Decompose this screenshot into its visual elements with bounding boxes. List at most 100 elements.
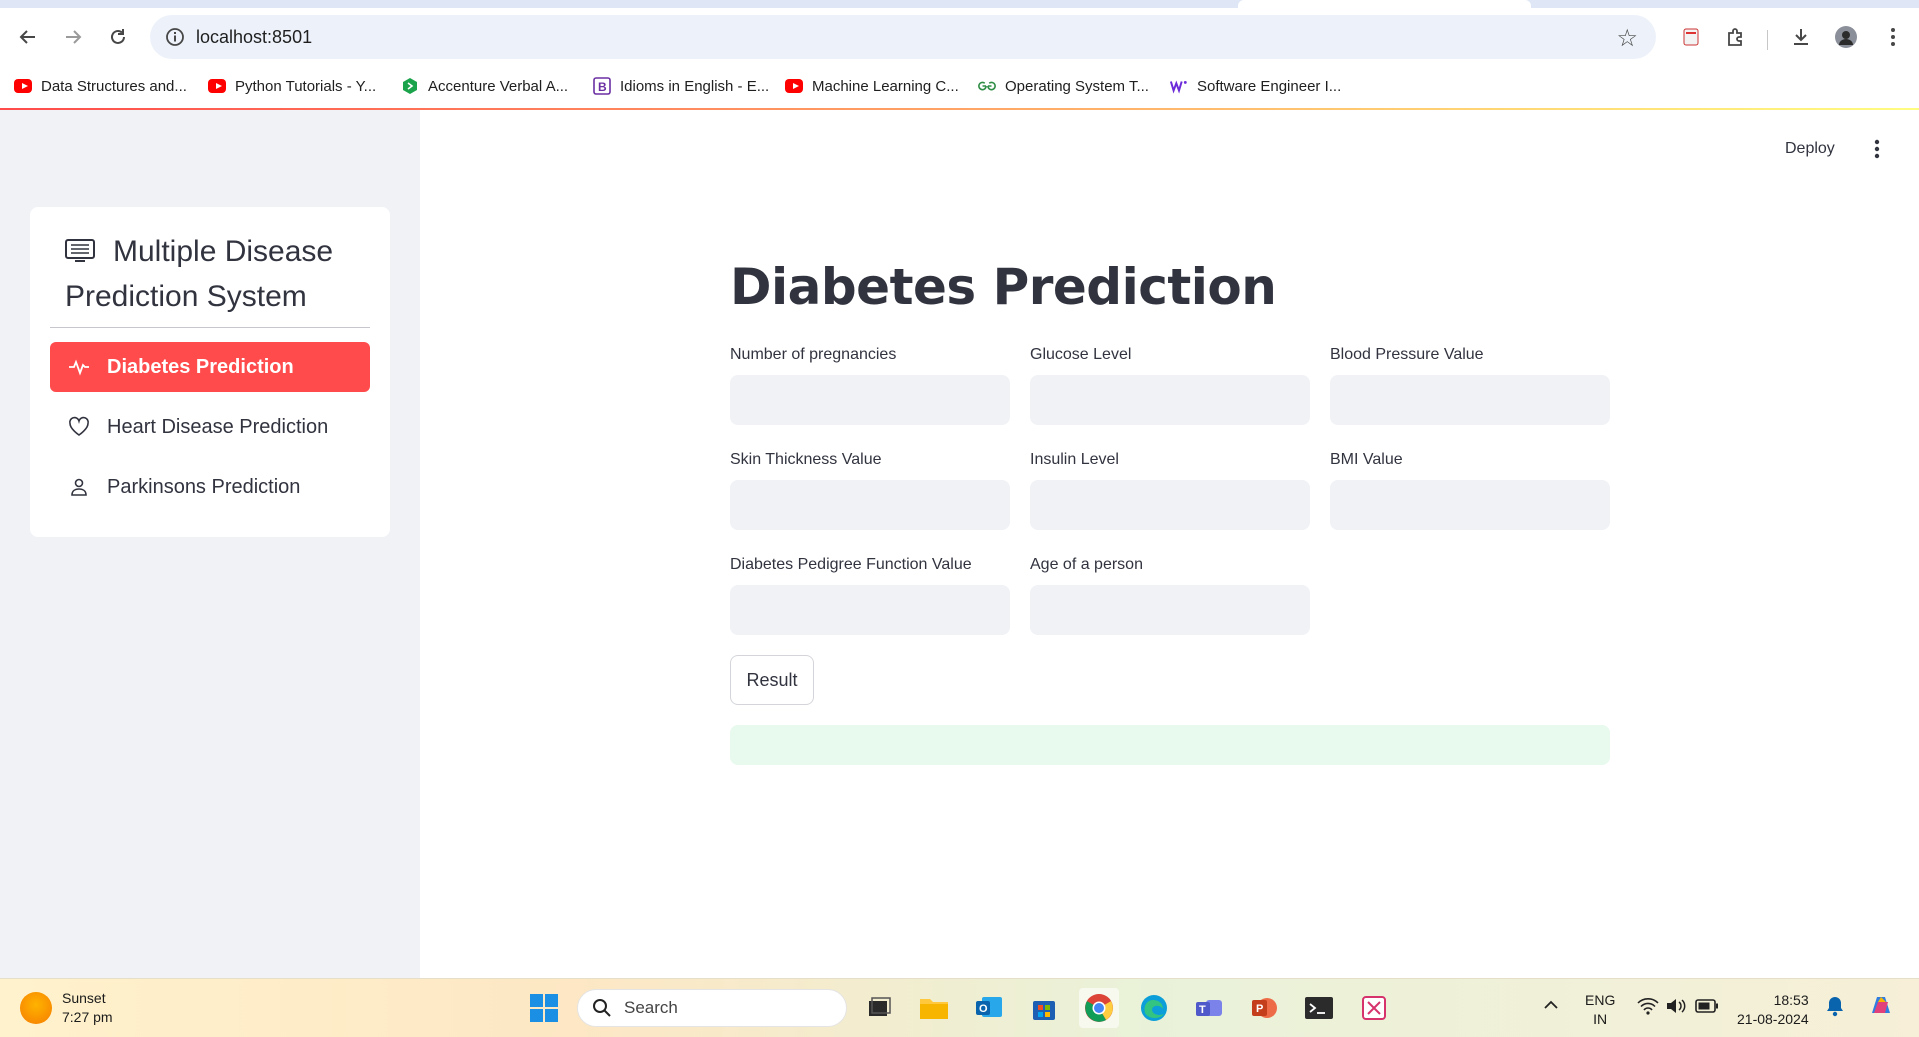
pregnancies-label: Number of pregnancies — [730, 346, 897, 363]
chrome-icon[interactable] — [1079, 988, 1119, 1028]
terminal-icon[interactable] — [1299, 988, 1339, 1028]
menu-item-heart[interactable]: Heart Disease Prediction — [50, 402, 370, 452]
clock-date: 21-08-2024 — [1737, 1011, 1809, 1027]
search-placeholder: Search — [624, 998, 678, 1017]
age-label: Age of a person — [1030, 556, 1143, 573]
svg-text:B: B — [598, 80, 607, 94]
teams-icon[interactable]: T — [1189, 988, 1229, 1028]
skin-thickness-label: Skin Thickness Value — [730, 451, 882, 468]
sidebar: Multiple Disease Prediction System Diabe… — [0, 110, 420, 978]
bookmark-label: Machine Learning C... — [812, 77, 959, 95]
pregnancies-input[interactable] — [730, 375, 1010, 425]
region-code: IN — [1593, 1011, 1608, 1027]
bookmark-label: Software Engineer I... — [1197, 77, 1342, 95]
bookmark-item[interactable]: B Idioms in English - E... — [593, 74, 769, 98]
tab-strip — [0, 0, 1919, 8]
forward-icon[interactable] — [58, 22, 88, 52]
bmi-input[interactable] — [1330, 480, 1610, 530]
back-icon[interactable] — [13, 22, 43, 52]
option-menu: Multiple Disease Prediction System Diabe… — [30, 207, 390, 537]
copilot-icon[interactable] — [1866, 991, 1896, 1026]
system-clock[interactable]: 18:53 21-08-2024 — [1737, 991, 1809, 1029]
volume-icon[interactable] — [1665, 997, 1687, 1020]
app-menu-icon[interactable] — [1865, 137, 1889, 161]
svg-text:O: O — [979, 1003, 988, 1015]
bookmark-item[interactable]: Accenture Verbal A... — [401, 74, 568, 98]
menu-item-label: Parkinsons Prediction — [107, 475, 301, 498]
svg-text:P: P — [1256, 1003, 1263, 1015]
reload-icon[interactable] — [103, 22, 133, 52]
extensions-puzzle-icon[interactable] — [1721, 22, 1751, 52]
url-text[interactable]: localhost:8501 — [196, 27, 312, 48]
heart-icon — [68, 416, 90, 438]
bookmark-item[interactable]: Software Engineer I... — [1170, 74, 1341, 98]
windows-start-icon[interactable] — [524, 988, 564, 1028]
wifi-icon[interactable] — [1637, 997, 1659, 1020]
active-tab[interactable] — [1238, 0, 1531, 8]
clock-time: 18:53 — [1773, 992, 1809, 1008]
wellfound-icon — [1170, 77, 1188, 95]
menu-title: Multiple Disease Prediction System — [65, 229, 365, 319]
weather-title: Sunset — [62, 990, 106, 1006]
activity-icon — [68, 356, 90, 378]
insulin-label: Insulin Level — [1030, 451, 1119, 468]
menu-list-icon — [65, 231, 95, 262]
notification-bell-icon[interactable] — [1825, 995, 1845, 1022]
weather-widget[interactable]: Sunset 7:27 pm — [20, 989, 113, 1027]
bookmark-label: Operating System T... — [1005, 77, 1149, 95]
site-info-icon[interactable] — [164, 26, 186, 48]
youtube-icon — [14, 77, 32, 95]
bookmark-item[interactable]: Python Tutorials - Y... — [208, 74, 376, 98]
tray-overflow-icon[interactable] — [1543, 997, 1559, 1016]
menu-item-label: Diabetes Prediction — [107, 355, 294, 378]
profile-avatar-icon[interactable] — [1831, 22, 1861, 52]
menu-divider — [50, 327, 370, 328]
extension-tile-icon[interactable] — [1676, 22, 1706, 52]
glucose-input[interactable] — [1030, 375, 1310, 425]
weather-time: 7:27 pm — [62, 1009, 113, 1025]
language-code: ENG — [1585, 992, 1616, 1008]
insulin-input[interactable] — [1030, 480, 1310, 530]
gfg-icon — [978, 77, 996, 95]
deploy-button[interactable]: Deploy — [1785, 140, 1835, 158]
edge-icon[interactable] — [1134, 988, 1174, 1028]
main-content: Deploy Diabetes Prediction Number of pre… — [420, 110, 1919, 978]
snipping-tool-icon[interactable] — [1354, 988, 1394, 1028]
powerpoint-icon[interactable]: P — [1244, 988, 1284, 1028]
menu-item-parkinsons[interactable]: Parkinsons Prediction — [50, 462, 370, 512]
taskbar: Sunset 7:27 pm Search O T P ENG IN 18:53… — [0, 978, 1919, 1037]
microsoft-store-icon[interactable] — [1024, 988, 1064, 1028]
taskbar-search[interactable]: Search — [577, 989, 847, 1027]
blood-pressure-input[interactable] — [1330, 375, 1610, 425]
pedigree-label: Diabetes Pedigree Function Value — [730, 556, 972, 573]
youtube-icon — [208, 77, 226, 95]
bookmark-item[interactable]: Data Structures and... — [14, 74, 187, 98]
blood-pressure-label: Blood Pressure Value — [1330, 346, 1484, 363]
menu-item-diabetes[interactable]: Diabetes Prediction — [50, 342, 370, 392]
age-input[interactable] — [1030, 585, 1310, 635]
success-message — [730, 725, 1610, 765]
download-icon[interactable] — [1786, 22, 1816, 52]
bookmark-label: Data Structures and... — [41, 77, 187, 95]
file-explorer-icon[interactable] — [914, 988, 954, 1028]
menu-item-label: Heart Disease Prediction — [107, 415, 329, 438]
bookmark-star-icon[interactable]: ☆ — [1616, 24, 1638, 53]
language-indicator[interactable]: ENG IN — [1585, 991, 1615, 1029]
page-title: Diabetes Prediction — [730, 258, 1277, 316]
glucose-label: Glucose Level — [1030, 346, 1132, 363]
battery-icon[interactable] — [1695, 999, 1719, 1018]
outlook-icon[interactable]: O — [969, 988, 1009, 1028]
address-bar[interactable]: localhost:8501 ☆ — [150, 15, 1656, 59]
bookmark-b-icon: B — [593, 77, 611, 95]
person-icon — [68, 476, 90, 498]
browser-menu-icon[interactable] — [1878, 22, 1908, 52]
bookmark-label: Idioms in English - E... — [620, 77, 770, 95]
skin-thickness-input[interactable] — [730, 480, 1010, 530]
task-view-icon[interactable] — [859, 988, 899, 1028]
result-button[interactable]: Result — [730, 655, 814, 705]
bookmark-item[interactable]: Operating System T... — [978, 74, 1149, 98]
pedigree-input[interactable] — [730, 585, 1010, 635]
bookmark-item[interactable]: Machine Learning C... — [785, 74, 959, 98]
toolbar-divider — [1767, 30, 1768, 50]
svg-text:T: T — [1199, 1004, 1206, 1016]
